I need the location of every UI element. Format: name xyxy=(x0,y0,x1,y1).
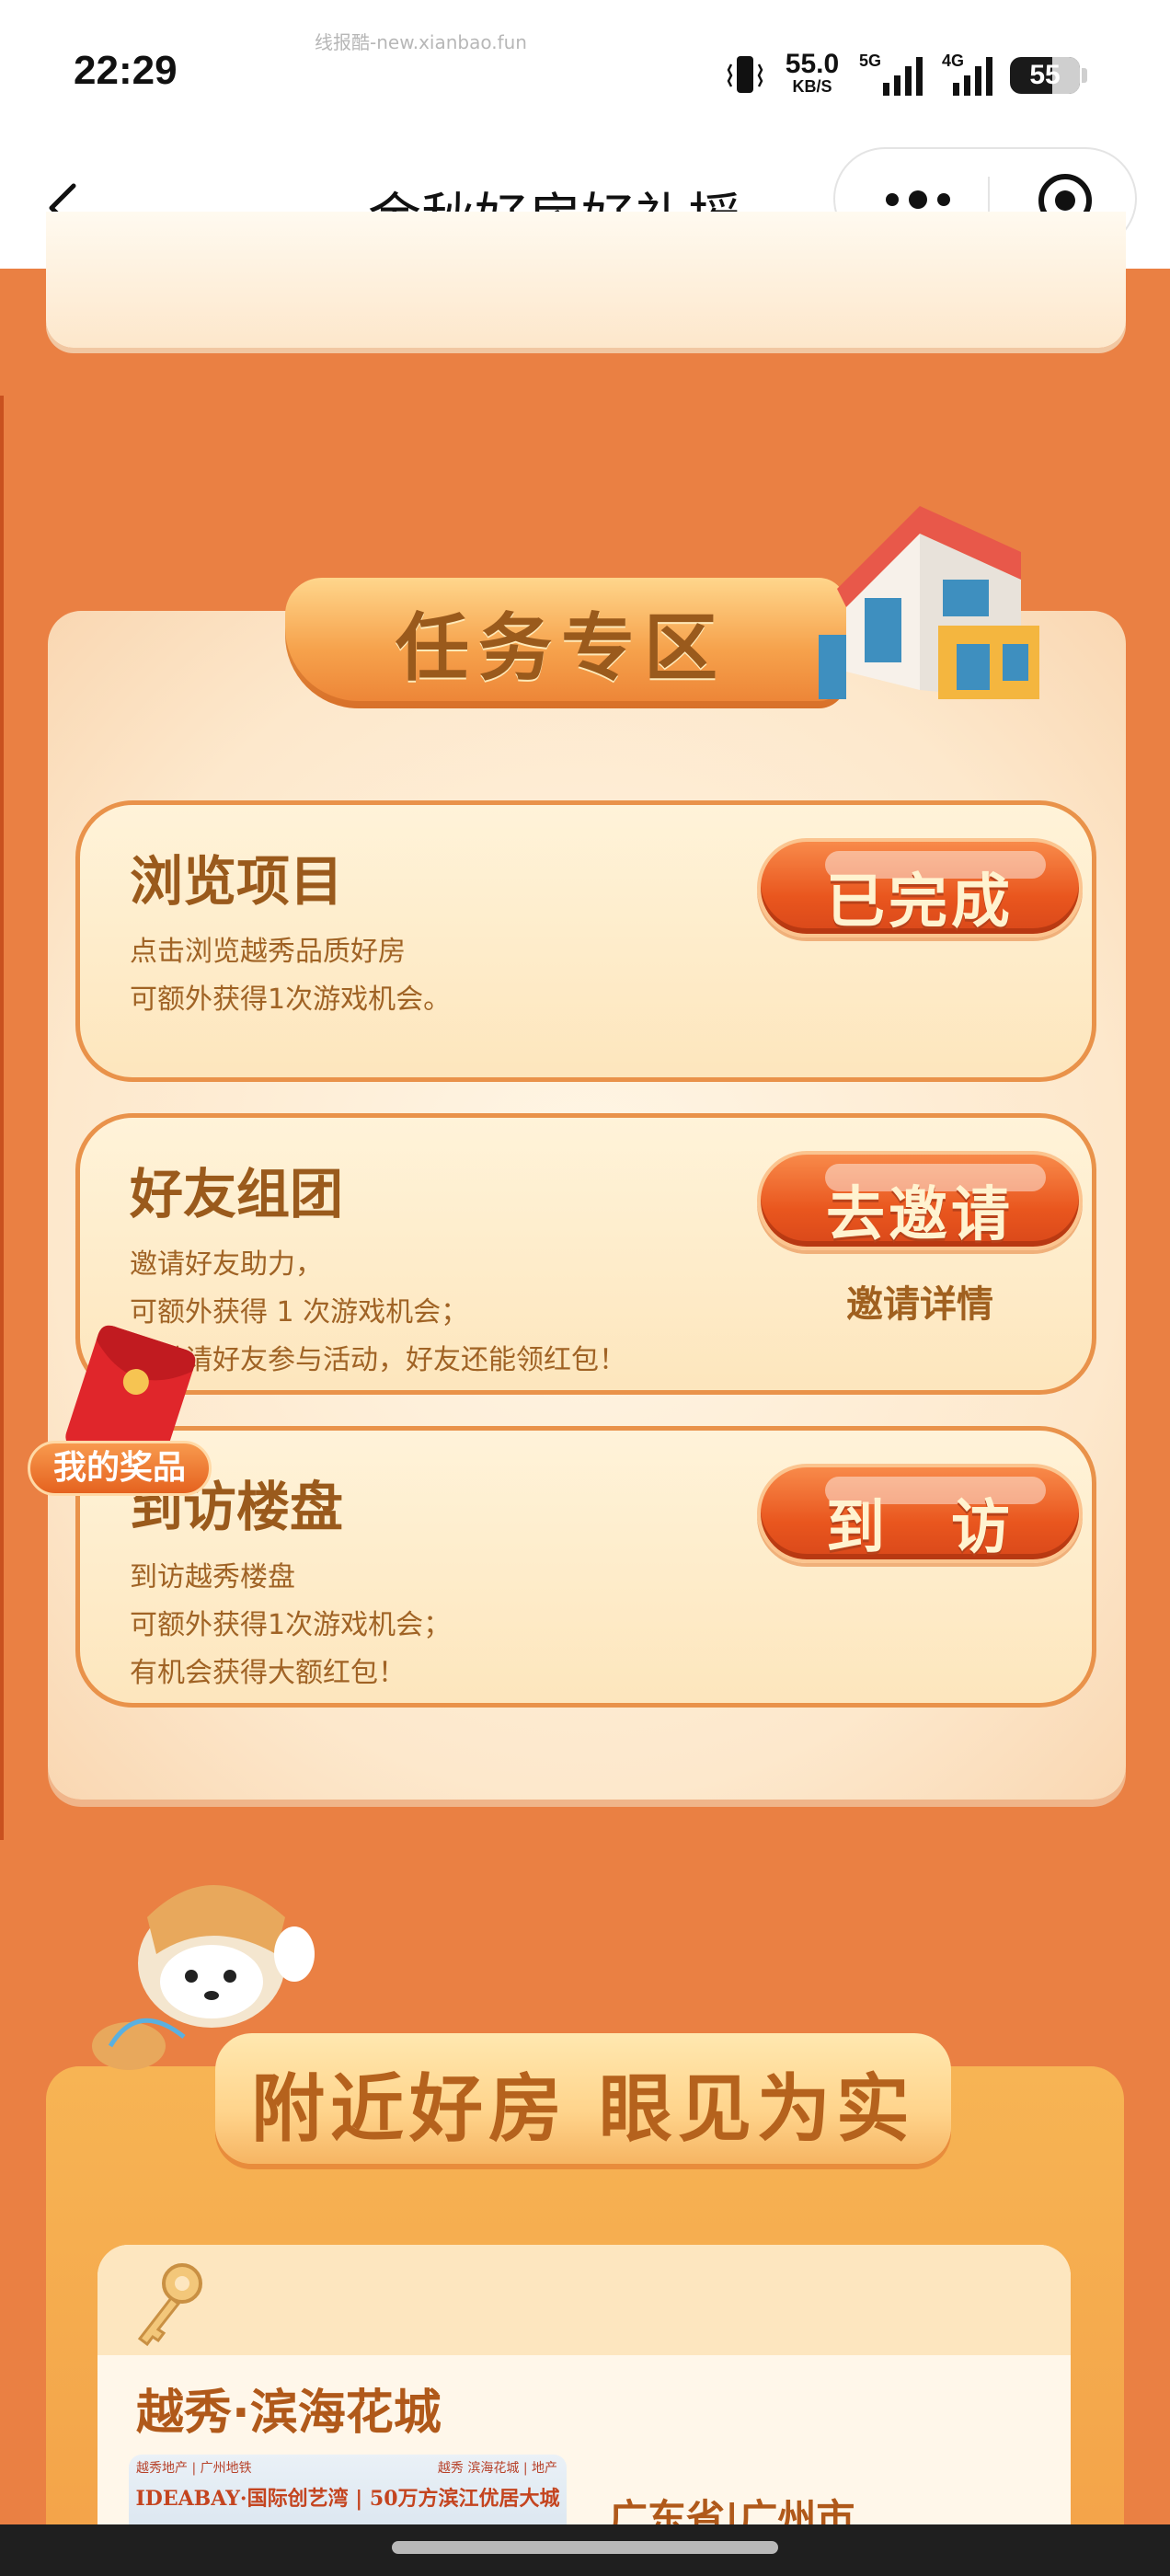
battery-tip xyxy=(1082,68,1087,83)
estate-image-logo-right: 越秀 滨海花城 | 地产 xyxy=(437,2461,557,2476)
invite-button[interactable]: 去邀请 xyxy=(757,1151,1083,1250)
left-edge-shadow xyxy=(0,396,4,1840)
signal-4g-icon xyxy=(953,57,992,96)
clock: 22:29 xyxy=(74,48,178,93)
task-title: 好友组团 xyxy=(130,1163,344,1225)
task-desc-line: 有机会获得大额红包！ xyxy=(130,1657,406,1689)
signal-5g-icon xyxy=(883,57,923,96)
network-speed-value: 55.0 xyxy=(785,49,840,79)
task-desc-line: 到访越秀楼盘 xyxy=(130,1561,295,1593)
task-desc-line: 可额外获得1次游戏机会； xyxy=(130,1609,452,1641)
signal-5g-tag: 5G xyxy=(859,52,882,70)
my-prizes-button[interactable]: 我的奖品 xyxy=(28,1441,212,1496)
task-card-browse: 浏览项目 点击浏览越秀品质好房 可额外获得1次游戏机会。 已完成 xyxy=(75,800,1096,1082)
task-desc-line: 点击浏览越秀品质好房 xyxy=(130,936,406,968)
task-desc-line: 邀请好友助力， xyxy=(130,1248,323,1281)
previous-section-card xyxy=(46,212,1126,348)
task-card-team: 好友组团 邀请好友助力， 可额外获得 1 次游戏机会； 并邀请好友参与活动，好友… xyxy=(75,1113,1096,1395)
task-button-label: 到 访 xyxy=(826,1494,1014,1562)
estate-card-header xyxy=(98,2245,1071,2355)
task-button-label: 已完成 xyxy=(826,868,1014,937)
task-desc-line: 可额外获得1次游戏机会。 xyxy=(130,983,452,1016)
visit-button[interactable]: 到 访 xyxy=(757,1464,1083,1563)
invite-details-link[interactable]: 邀请详情 xyxy=(757,1274,1083,1328)
estate-image-logo-left: 越秀地产 | 广州地铁 xyxy=(136,2461,252,2476)
task-button-label: 去邀请 xyxy=(826,1181,1014,1249)
gesture-bar xyxy=(0,2524,1170,2576)
network-speed: 55.0 KB/S xyxy=(780,49,844,97)
status-bar: 线报酷-new.xianbao.fun 22:29 55.0 KB/S 5G 4… xyxy=(0,0,1170,147)
task-completed-button[interactable]: 已完成 xyxy=(757,838,1083,937)
network-speed-unit: KB/S xyxy=(792,77,832,96)
estate-image-headline: IDEABAY·国际创艺湾 | 50万方滨江优居大城 xyxy=(135,2487,560,2511)
task-card-visit: 到访楼盘 到访越秀楼盘 可额外获得1次游戏机会； 有机会获得大额红包！ 到 访 xyxy=(75,1426,1096,1708)
estate-name: 越秀·滨海花城 xyxy=(136,2386,442,2441)
home-indicator[interactable] xyxy=(392,2541,778,2554)
battery-level: 55 xyxy=(1029,60,1061,90)
task-zone-title: 任务专区 xyxy=(396,605,727,691)
more-icon[interactable] xyxy=(881,186,955,213)
nearby-title: 附近好房 眼见为实 xyxy=(251,2066,915,2152)
watermark-text: 线报酷-new.xianbao.fun xyxy=(315,31,527,53)
key-icon xyxy=(137,2263,202,2347)
task-title: 浏览项目 xyxy=(130,850,344,913)
house-icon xyxy=(819,506,1039,699)
battery-icon: 55 xyxy=(1010,57,1080,94)
vibrate-icon xyxy=(727,56,763,93)
